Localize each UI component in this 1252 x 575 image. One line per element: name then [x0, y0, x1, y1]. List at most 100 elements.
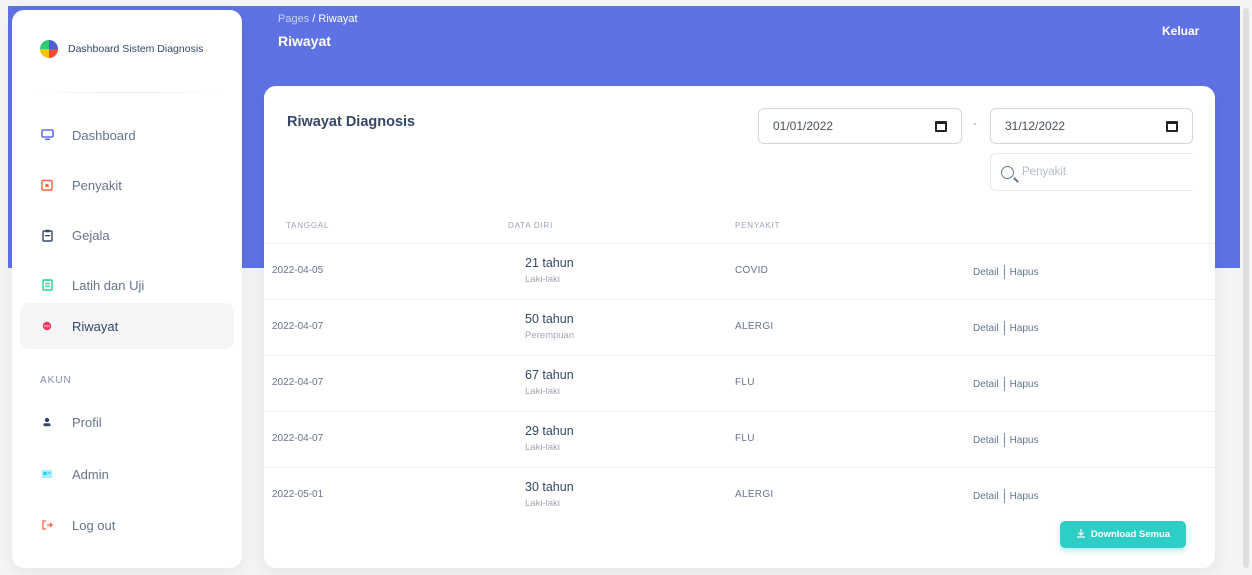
row-sex: Perempuan — [525, 330, 575, 341]
row-sex: Laki-laki — [525, 274, 560, 285]
sidebar-item-riwayat[interactable]: Riwayat — [20, 303, 234, 349]
breadcrumb-separator: / — [309, 13, 319, 25]
action-separator — [1003, 265, 1005, 279]
table-row: 2022-04-07 50 tahun Perempuan ALERGI Det… — [264, 299, 1215, 355]
breadcrumb-current: Riwayat — [318, 13, 358, 25]
row-disease: COVID — [735, 265, 769, 276]
sidebar-item-penyakit[interactable]: Penyakit — [20, 162, 234, 208]
sidebar: Dashboard Sistem Diagnosis Dashboard Pen… — [12, 10, 242, 568]
sidebar-item-label: Gejala — [72, 227, 110, 243]
monitor-icon — [40, 129, 54, 141]
action-separator — [1003, 489, 1005, 503]
row-disease: ALERGI — [735, 321, 774, 332]
row-actions: Detail Hapus — [973, 489, 1038, 503]
detail-link[interactable]: Detail — [973, 267, 999, 278]
id-card-icon — [40, 469, 54, 479]
delete-link[interactable]: Hapus — [1010, 379, 1039, 390]
action-separator — [1003, 377, 1005, 391]
download-icon — [1076, 528, 1086, 541]
row-date: 2022-05-01 — [272, 489, 324, 500]
row-actions: Detail Hapus — [973, 321, 1038, 335]
detail-link[interactable]: Detail — [973, 435, 999, 446]
date-to-value: 31/12/2022 — [1005, 119, 1066, 133]
row-age: 50 tahun — [525, 312, 574, 326]
detail-link[interactable]: Detail — [973, 379, 999, 390]
calendar-picker-icon[interactable] — [1166, 120, 1178, 132]
user-icon — [40, 417, 54, 427]
history-card: Riwayat Diagnosis 01/01/2022 - 31/12/202… — [264, 86, 1215, 568]
sidebar-divider — [32, 92, 222, 93]
row-age: 21 tahun — [525, 256, 574, 270]
logout-icon — [40, 520, 54, 530]
table-row: 2022-04-07 29 tahun Laki-laki FLU Detail… — [264, 411, 1215, 467]
download-all-button[interactable]: Download Semua — [1060, 521, 1186, 548]
sidebar-item-label: Penyakit — [72, 177, 122, 193]
date-to-input[interactable]: 31/12/2022 — [990, 108, 1193, 144]
row-age: 30 tahun — [525, 480, 574, 494]
disease-search-input[interactable] — [1022, 166, 1162, 178]
calendar-icon — [40, 179, 54, 191]
page-scrollbar[interactable] — [1243, 8, 1249, 568]
row-actions: Detail Hapus — [973, 265, 1038, 279]
delete-link[interactable]: Hapus — [1010, 323, 1039, 334]
row-sex: Laki-laki — [525, 386, 560, 397]
search-icon — [1001, 165, 1014, 179]
row-disease: FLU — [735, 377, 755, 388]
sidebar-item-dashboard[interactable]: Dashboard — [20, 112, 234, 158]
sidebar-item-admin[interactable]: Admin — [20, 451, 234, 497]
row-date: 2022-04-07 — [272, 321, 324, 332]
row-date: 2022-04-07 — [272, 433, 324, 444]
row-sex: Laki-laki — [525, 498, 560, 509]
sidebar-item-label: Admin — [72, 466, 109, 482]
column-header-personal-data: DATA DIRI — [508, 221, 554, 230]
sidebar-item-label: Profil — [72, 414, 102, 430]
row-disease: FLU — [735, 433, 755, 444]
row-sex: Laki-laki — [525, 442, 560, 453]
table-row: 2022-05-01 30 tahun Laki-laki ALERGI Det… — [264, 467, 1215, 523]
row-disease: ALERGI — [735, 489, 774, 500]
detail-link[interactable]: Detail — [973, 323, 999, 334]
circle-icon — [40, 321, 54, 331]
date-from-input[interactable]: 01/01/2022 — [758, 108, 962, 144]
breadcrumb: Pages / Riwayat — [278, 13, 358, 25]
sidebar-item-latih-dan-uji[interactable]: Latih dan Uji — [20, 262, 234, 308]
breadcrumb-pages-link[interactable]: Pages — [278, 13, 309, 25]
brand-title: Dashboard Sistem Diagnosis — [68, 43, 204, 55]
brand-logo-icon — [40, 40, 58, 58]
row-actions: Detail Hapus — [973, 433, 1038, 447]
date-range-separator: - — [973, 118, 977, 130]
date-from-value: 01/01/2022 — [773, 119, 834, 133]
column-header-date: TANGGAL — [286, 221, 330, 230]
table-row: 2022-04-07 67 tahun Laki-laki FLU Detail… — [264, 355, 1215, 411]
row-date: 2022-04-05 — [272, 265, 324, 276]
delete-link[interactable]: Hapus — [1010, 435, 1039, 446]
sidebar-item-label: Riwayat — [72, 318, 119, 334]
detail-link[interactable]: Detail — [973, 491, 999, 502]
sidebar-item-label: Latih dan Uji — [72, 277, 145, 293]
sidebar-brand[interactable]: Dashboard Sistem Diagnosis — [40, 40, 203, 58]
clipboard-icon — [40, 229, 54, 242]
logout-button[interactable]: Keluar — [1162, 24, 1199, 38]
page-title: Riwayat — [278, 33, 331, 49]
sidebar-item-profil[interactable]: Profil — [20, 399, 234, 445]
sidebar-item-log-out[interactable]: Log out — [20, 502, 234, 548]
action-separator — [1003, 321, 1005, 335]
row-age: 67 tahun — [525, 368, 574, 382]
sidebar-item-label: Dashboard — [72, 127, 136, 143]
column-header-disease: PENYAKIT — [735, 221, 781, 230]
action-separator — [1003, 433, 1005, 447]
download-all-label: Download Semua — [1090, 529, 1171, 540]
search-box — [990, 153, 1193, 191]
card-title: Riwayat Diagnosis — [287, 114, 416, 130]
row-date: 2022-04-07 — [272, 377, 324, 388]
document-icon — [40, 279, 54, 291]
sidebar-item-label: Log out — [72, 517, 116, 533]
table-row: 2022-04-05 21 tahun Laki-laki COVID Deta… — [264, 243, 1215, 299]
calendar-picker-icon[interactable] — [935, 120, 947, 132]
account-section-label: AKUN — [40, 375, 72, 386]
delete-link[interactable]: Hapus — [1010, 267, 1039, 278]
delete-link[interactable]: Hapus — [1010, 491, 1039, 502]
row-age: 29 tahun — [525, 424, 574, 438]
row-actions: Detail Hapus — [973, 377, 1038, 391]
sidebar-item-gejala[interactable]: Gejala — [20, 212, 234, 258]
